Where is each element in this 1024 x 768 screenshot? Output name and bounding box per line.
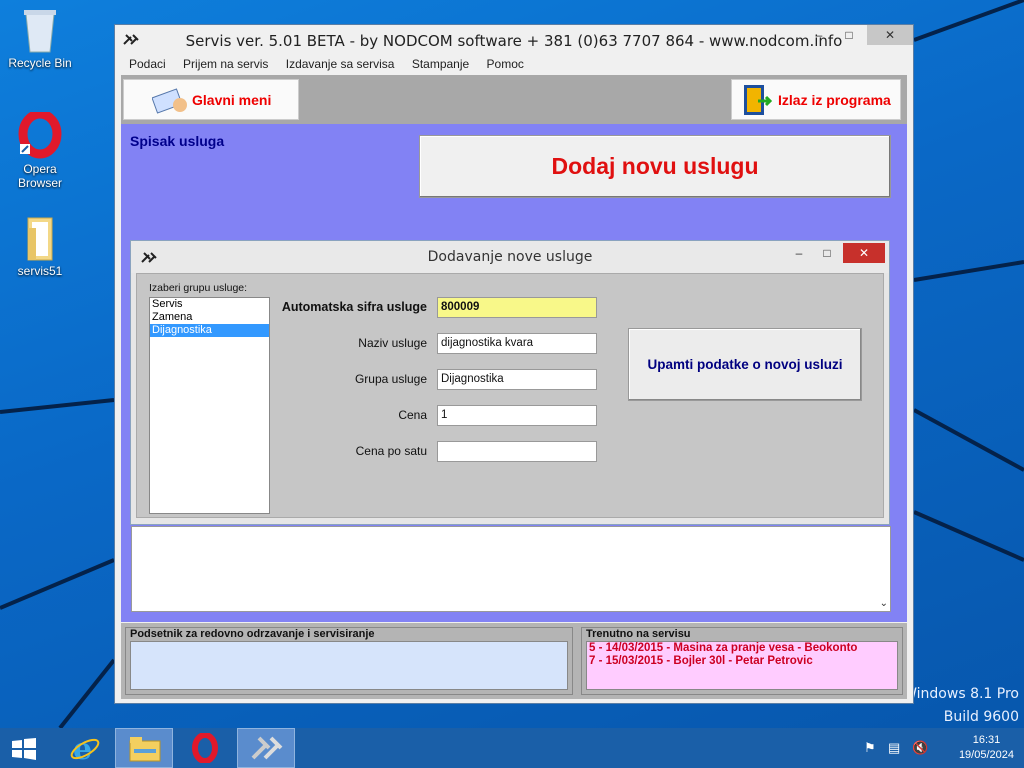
volume-muted-icon[interactable]: 🔇 xyxy=(912,740,928,756)
taskbar-explorer[interactable] xyxy=(115,728,173,768)
current-service-panel: Trenutno na servisu 5 - 14/03/2015 - Mas… xyxy=(581,627,903,695)
hourly-label: Cena po satu xyxy=(355,444,427,458)
close-button[interactable]: ✕ xyxy=(867,25,913,45)
add-service-dialog: Dodavanje nove usluge – □ ✕ Izaberi grup… xyxy=(130,240,890,525)
flag-icon[interactable]: ⚑ xyxy=(864,740,876,756)
dialog-body: Izaberi grupu usluge: Servis Zamena Dija… xyxy=(136,273,884,518)
group-option[interactable]: Zamena xyxy=(150,311,269,324)
dialog-close-button[interactable]: ✕ xyxy=(843,243,885,263)
start-button[interactable] xyxy=(0,728,58,768)
toolbar: Glavni meni Izlaz iz programa xyxy=(121,75,907,124)
dialog-title: Dodavanje nove usluge xyxy=(427,249,593,265)
current-service-title: Trenutno na servisu xyxy=(586,628,691,640)
price-label: Cena xyxy=(398,408,427,422)
taskbar-opera[interactable] xyxy=(176,728,234,768)
group-select-label: Izaberi grupu usluge: xyxy=(149,282,248,294)
exit-button[interactable]: Izlaz iz programa xyxy=(731,79,901,120)
door-exit-icon xyxy=(742,83,773,120)
services-list-label: Spisak usluga xyxy=(130,133,225,149)
desktop-icon-servis51[interactable]: servis51 xyxy=(2,214,78,278)
taskbar-ie[interactable]: e xyxy=(56,728,114,768)
taskbar-servis[interactable] xyxy=(237,728,295,768)
list-item[interactable]: 5 - 14/03/2015 - Masina za pranje vesa -… xyxy=(587,642,897,655)
services-list[interactable]: ⌄ xyxy=(131,526,891,612)
menu-stampanje[interactable]: Stampanje xyxy=(412,54,469,74)
reminder-title: Podsetnik za redovno odrzavanje i servis… xyxy=(130,628,375,640)
menu-prijem[interactable]: Prijem na servis xyxy=(183,54,268,74)
maximize-button[interactable]: □ xyxy=(835,25,863,45)
name-label: Naziv usluge xyxy=(358,336,427,350)
dialog-titlebar[interactable]: Dodavanje nove usluge – □ ✕ xyxy=(131,241,889,273)
desktop-icon-opera[interactable]: Opera Browser xyxy=(2,109,78,190)
menu-podaci[interactable]: Podaci xyxy=(129,54,166,74)
scroll-down-icon[interactable]: ⌄ xyxy=(880,598,888,609)
hourly-price-field[interactable] xyxy=(437,441,597,462)
name-field[interactable]: dijagnostika kvara xyxy=(437,333,597,354)
desktop-icon-label: servis51 xyxy=(17,264,63,278)
network-icon[interactable]: ▤ xyxy=(888,740,900,756)
group-option-selected[interactable]: Dijagnostika xyxy=(150,324,269,337)
window-title: Servis ver. 5.01 BETA - by NODCOM softwa… xyxy=(185,32,843,50)
bottom-panel: Podsetnik za redovno odrzavanje i servis… xyxy=(121,623,907,699)
main-menu-label: Glavni meni xyxy=(192,92,272,108)
opera-icon xyxy=(191,732,219,768)
save-service-button[interactable]: Upamti podatke o novoj usluzi xyxy=(628,328,862,401)
dialog-minimize-button[interactable]: – xyxy=(785,243,813,263)
menu-bar: Podaci Prijem na servis Izdavanje sa ser… xyxy=(115,54,913,74)
hammer-icon xyxy=(251,736,283,767)
price-field[interactable]: 1 xyxy=(437,405,597,426)
desktop-icon-recycle-bin[interactable]: Recycle Bin xyxy=(2,6,78,70)
code-field[interactable]: 800009 xyxy=(437,297,597,318)
current-service-list[interactable]: 5 - 14/03/2015 - Masina za pranje vesa -… xyxy=(586,641,898,690)
system-clock[interactable]: 16:31 19/05/2024 xyxy=(959,733,1014,763)
minimize-button[interactable]: – xyxy=(805,25,833,45)
os-watermark-line2: Build 9600 xyxy=(943,709,1019,725)
group-field[interactable]: Dijagnostika xyxy=(437,369,597,390)
clock-time: 16:31 xyxy=(972,734,1001,746)
window-titlebar[interactable]: Servis ver. 5.01 BETA - by NODCOM softwa… xyxy=(115,25,913,54)
reminder-panel: Podsetnik za redovno odrzavanje i servis… xyxy=(125,627,573,695)
exit-label: Izlaz iz programa xyxy=(778,92,891,108)
clock-date: 19/05/2024 xyxy=(958,749,1014,761)
reminder-list[interactable] xyxy=(130,641,568,690)
main-menu-button[interactable]: Glavni meni xyxy=(123,79,299,120)
opera-icon xyxy=(18,109,62,160)
file-explorer-icon xyxy=(128,735,162,768)
list-item[interactable]: 7 - 15/03/2015 - Bojler 30l - Petar Petr… xyxy=(587,655,897,668)
desktop-icon-label: Opera Browser xyxy=(17,162,62,190)
dialog-maximize-button[interactable]: □ xyxy=(813,243,841,263)
group-label: Grupa usluge xyxy=(354,372,427,386)
group-option[interactable]: Servis xyxy=(150,298,269,311)
keyboard-hand-icon xyxy=(151,85,190,118)
windows-icon xyxy=(12,738,36,765)
recycle-bin-icon xyxy=(18,6,62,54)
group-listbox[interactable]: Servis Zamena Dijagnostika xyxy=(149,297,270,514)
os-watermark-line1: Windows 8.1 Pro xyxy=(903,686,1019,702)
internet-explorer-icon: e xyxy=(69,732,101,768)
menu-izdavanje[interactable]: Izdavanje sa servisa xyxy=(286,54,395,74)
folder-icon xyxy=(18,214,62,262)
menu-pomoc[interactable]: Pomoc xyxy=(487,54,524,74)
desktop-icon-label: Recycle Bin xyxy=(8,56,72,70)
add-service-button[interactable]: Dodaj novu uslugu xyxy=(419,135,891,198)
code-label: Automatska sifra usluge xyxy=(281,300,427,314)
taskbar: e ⚑ ▤ 🔇 16:31 19/05/2024 xyxy=(0,728,1024,768)
